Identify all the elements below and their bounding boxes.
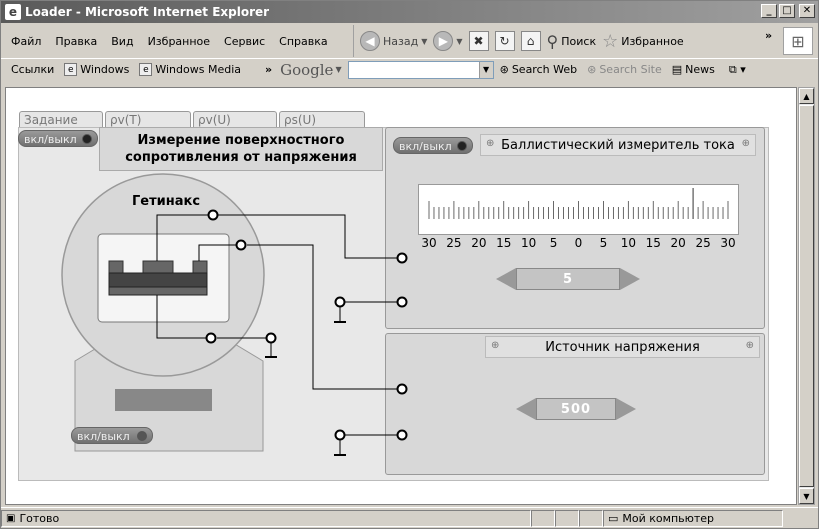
- zone-text: Мой компьютер: [622, 511, 715, 525]
- status-panel: [531, 509, 555, 527]
- menu-help[interactable]: Справка: [279, 35, 327, 48]
- dropdown-arrow-icon: ▼: [421, 36, 428, 46]
- ie-page-icon: e: [64, 63, 78, 76]
- search-site-button[interactable]: ⊛ Search Site: [587, 63, 662, 76]
- links-overflow-icon[interactable]: »: [265, 63, 272, 76]
- status-text-panel: ▣ Готово: [1, 509, 531, 527]
- maximize-button[interactable]: □: [779, 4, 795, 18]
- ground-terminal[interactable]: [265, 332, 277, 344]
- link-windows-media-label: Windows Media: [155, 63, 241, 76]
- terminal[interactable]: [205, 332, 217, 344]
- ground-terminal[interactable]: [334, 429, 346, 441]
- sample-material-label: Гетинакс: [132, 194, 200, 209]
- browser-window: e Loader - Microsoft Internet Explorer _…: [0, 0, 819, 529]
- back-label: Назад: [383, 34, 419, 48]
- google-menu-arrow-icon[interactable]: ▼: [335, 65, 341, 74]
- status-panel: [579, 509, 603, 527]
- vertical-scrollbar[interactable]: ▲ ▼: [798, 87, 815, 505]
- stop-icon[interactable]: ✖: [468, 31, 489, 51]
- simulation-app: Задание ρv(T) ρv(U) ρs(U) вкл/выкл Измер…: [13, 97, 769, 481]
- zone-panel: ▭ Мой компьютер: [603, 509, 783, 527]
- binoculars-icon: ⊛: [499, 63, 509, 76]
- refresh-icon[interactable]: ↻: [494, 31, 515, 51]
- google-toolbar: Google ▼ ▼: [280, 60, 494, 79]
- menu-bar: Файл Правка Вид Избранное Сервис Справка: [1, 25, 351, 57]
- toolbar-overflow-icon[interactable]: »: [765, 29, 772, 42]
- favorites-label: Избранное: [621, 34, 684, 48]
- close-button[interactable]: ✕: [799, 4, 815, 18]
- link-windows[interactable]: e Windows: [64, 63, 129, 76]
- scroll-up-arrow-icon[interactable]: ▲: [799, 88, 814, 104]
- terminal[interactable]: [235, 239, 247, 251]
- toolbar-options-icon[interactable]: ⧉ ▾: [729, 63, 746, 77]
- back-arrow-icon: ◀: [360, 31, 380, 51]
- news-icon: ▤: [671, 63, 683, 76]
- electrode: [192, 260, 208, 274]
- menu-tools[interactable]: Сервис: [224, 35, 265, 48]
- chamber-display: [115, 389, 212, 411]
- link-windows-media[interactable]: e Windows Media: [139, 63, 241, 76]
- favorites-button[interactable]: ☆ Избранное: [602, 31, 684, 52]
- source-output-terminal[interactable]: [396, 383, 408, 395]
- ground-terminal[interactable]: [334, 296, 346, 308]
- bottom-electrode: [108, 286, 208, 296]
- search-site-label: Search Site: [599, 63, 662, 76]
- ie-logo-icon: e: [5, 4, 21, 20]
- meter-ground-terminal[interactable]: [396, 296, 408, 308]
- computer-icon: ▭: [608, 511, 619, 525]
- star-icon: ☆: [602, 30, 619, 52]
- dropdown-arrow-icon: ▼: [456, 36, 463, 46]
- electrode: [108, 260, 124, 274]
- window-title: Loader - Microsoft Internet Explorer: [25, 5, 270, 19]
- terminal[interactable]: [207, 209, 219, 221]
- status-bar: ▣ Готово ▭ Мой компьютер: [1, 507, 818, 528]
- google-search-input[interactable]: ▼: [347, 60, 494, 79]
- title-bar: e Loader - Microsoft Internet Explorer _…: [1, 1, 818, 23]
- links-bar: Ссылки e Windows e Windows Media » Googl…: [1, 58, 818, 80]
- ie-page-icon: e: [139, 63, 153, 76]
- menu-view[interactable]: Вид: [111, 35, 133, 48]
- forward-button[interactable]: ▶ ▼: [433, 31, 463, 51]
- search-site-icon: ⊛: [587, 63, 597, 76]
- back-button[interactable]: ◀ Назад ▼: [360, 31, 427, 51]
- links-label-text: Ссылки: [11, 63, 55, 76]
- scroll-down-arrow-icon[interactable]: ▼: [799, 488, 814, 504]
- search-icon: ⚲: [546, 31, 559, 51]
- power-indicator-icon: [136, 431, 147, 441]
- meter-input-terminal[interactable]: [396, 252, 408, 264]
- links-label: Ссылки: [11, 63, 54, 76]
- electrode: [142, 260, 174, 274]
- chamber-power-label: вкл/выкл: [77, 430, 130, 443]
- news-label: News: [685, 63, 715, 76]
- nav-toolbar: ◀ Назад ▼ ▶ ▼ ✖ ↻ ⌂ ⚲ Поиск ☆ Избранное: [353, 25, 773, 57]
- minimize-button[interactable]: _: [761, 4, 777, 18]
- home-icon[interactable]: ⌂: [520, 31, 541, 51]
- page-done-icon: ▣: [6, 512, 16, 524]
- google-logo[interactable]: Google: [280, 61, 333, 79]
- windows-flag-icon: ⊞: [783, 27, 813, 55]
- scroll-thumb[interactable]: [799, 105, 814, 487]
- status-panel: [555, 509, 579, 527]
- news-button[interactable]: ▤ News: [672, 63, 715, 76]
- search-button[interactable]: ⚲ Поиск: [547, 32, 597, 51]
- search-web-button[interactable]: ⊛ Search Web: [500, 63, 578, 76]
- sample-plate: [108, 272, 208, 288]
- source-ground-terminal[interactable]: [396, 429, 408, 441]
- search-web-label: Search Web: [511, 63, 578, 76]
- menu-favorites[interactable]: Избранное: [148, 35, 210, 48]
- forward-arrow-icon: ▶: [433, 31, 454, 51]
- status-text: Готово: [19, 511, 60, 525]
- search-label: Поиск: [561, 34, 597, 48]
- apparatus-diagram: Гетинакс: [61, 173, 408, 456]
- link-windows-label: Windows: [80, 63, 130, 76]
- search-history-dropdown-icon[interactable]: ▼: [478, 61, 493, 78]
- chamber-power-toggle[interactable]: вкл/выкл: [71, 427, 153, 444]
- menu-edit[interactable]: Правка: [55, 35, 97, 48]
- menu-file[interactable]: Файл: [11, 35, 41, 48]
